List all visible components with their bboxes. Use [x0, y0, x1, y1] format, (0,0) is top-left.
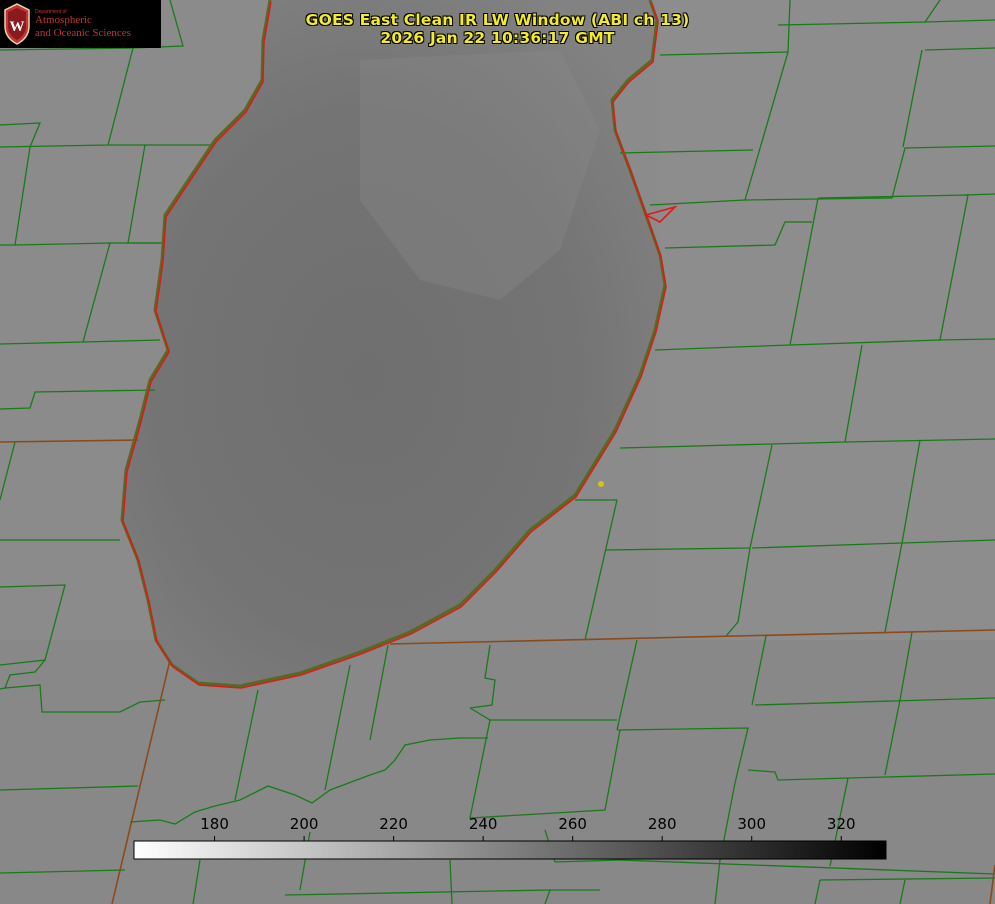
- land-tone-east: [660, 0, 995, 640]
- uw-seal-icon: W: [4, 3, 30, 45]
- colorbar-tick-label: 300: [737, 815, 767, 833]
- colorbar: [133, 840, 887, 860]
- satellite-map: 180 200 220 240 260 280 300 320 GOES East Clean…: [0, 0, 995, 904]
- svg-text:W: W: [10, 19, 25, 35]
- colorbar-tick-label: 200: [289, 815, 319, 833]
- aos-logo: W Department of Atmospheric and Oceanic …: [0, 0, 161, 48]
- colorbar-tick-label: 280: [647, 815, 677, 833]
- station-marker: [598, 481, 604, 487]
- map-canvas: [0, 0, 995, 904]
- land-tone-south: [0, 640, 995, 904]
- colorbar-tick-label: 180: [200, 815, 229, 833]
- colorbar-tick-label: 320: [826, 815, 856, 833]
- logo-line1: Atmospheric: [35, 14, 92, 26]
- colorbar-tick-label: 260: [558, 815, 587, 833]
- colorbar-tick-label: 220: [379, 815, 408, 833]
- logo-line2: and Oceanic Sciences: [35, 27, 131, 39]
- colorbar-tick-label: 240: [468, 815, 498, 833]
